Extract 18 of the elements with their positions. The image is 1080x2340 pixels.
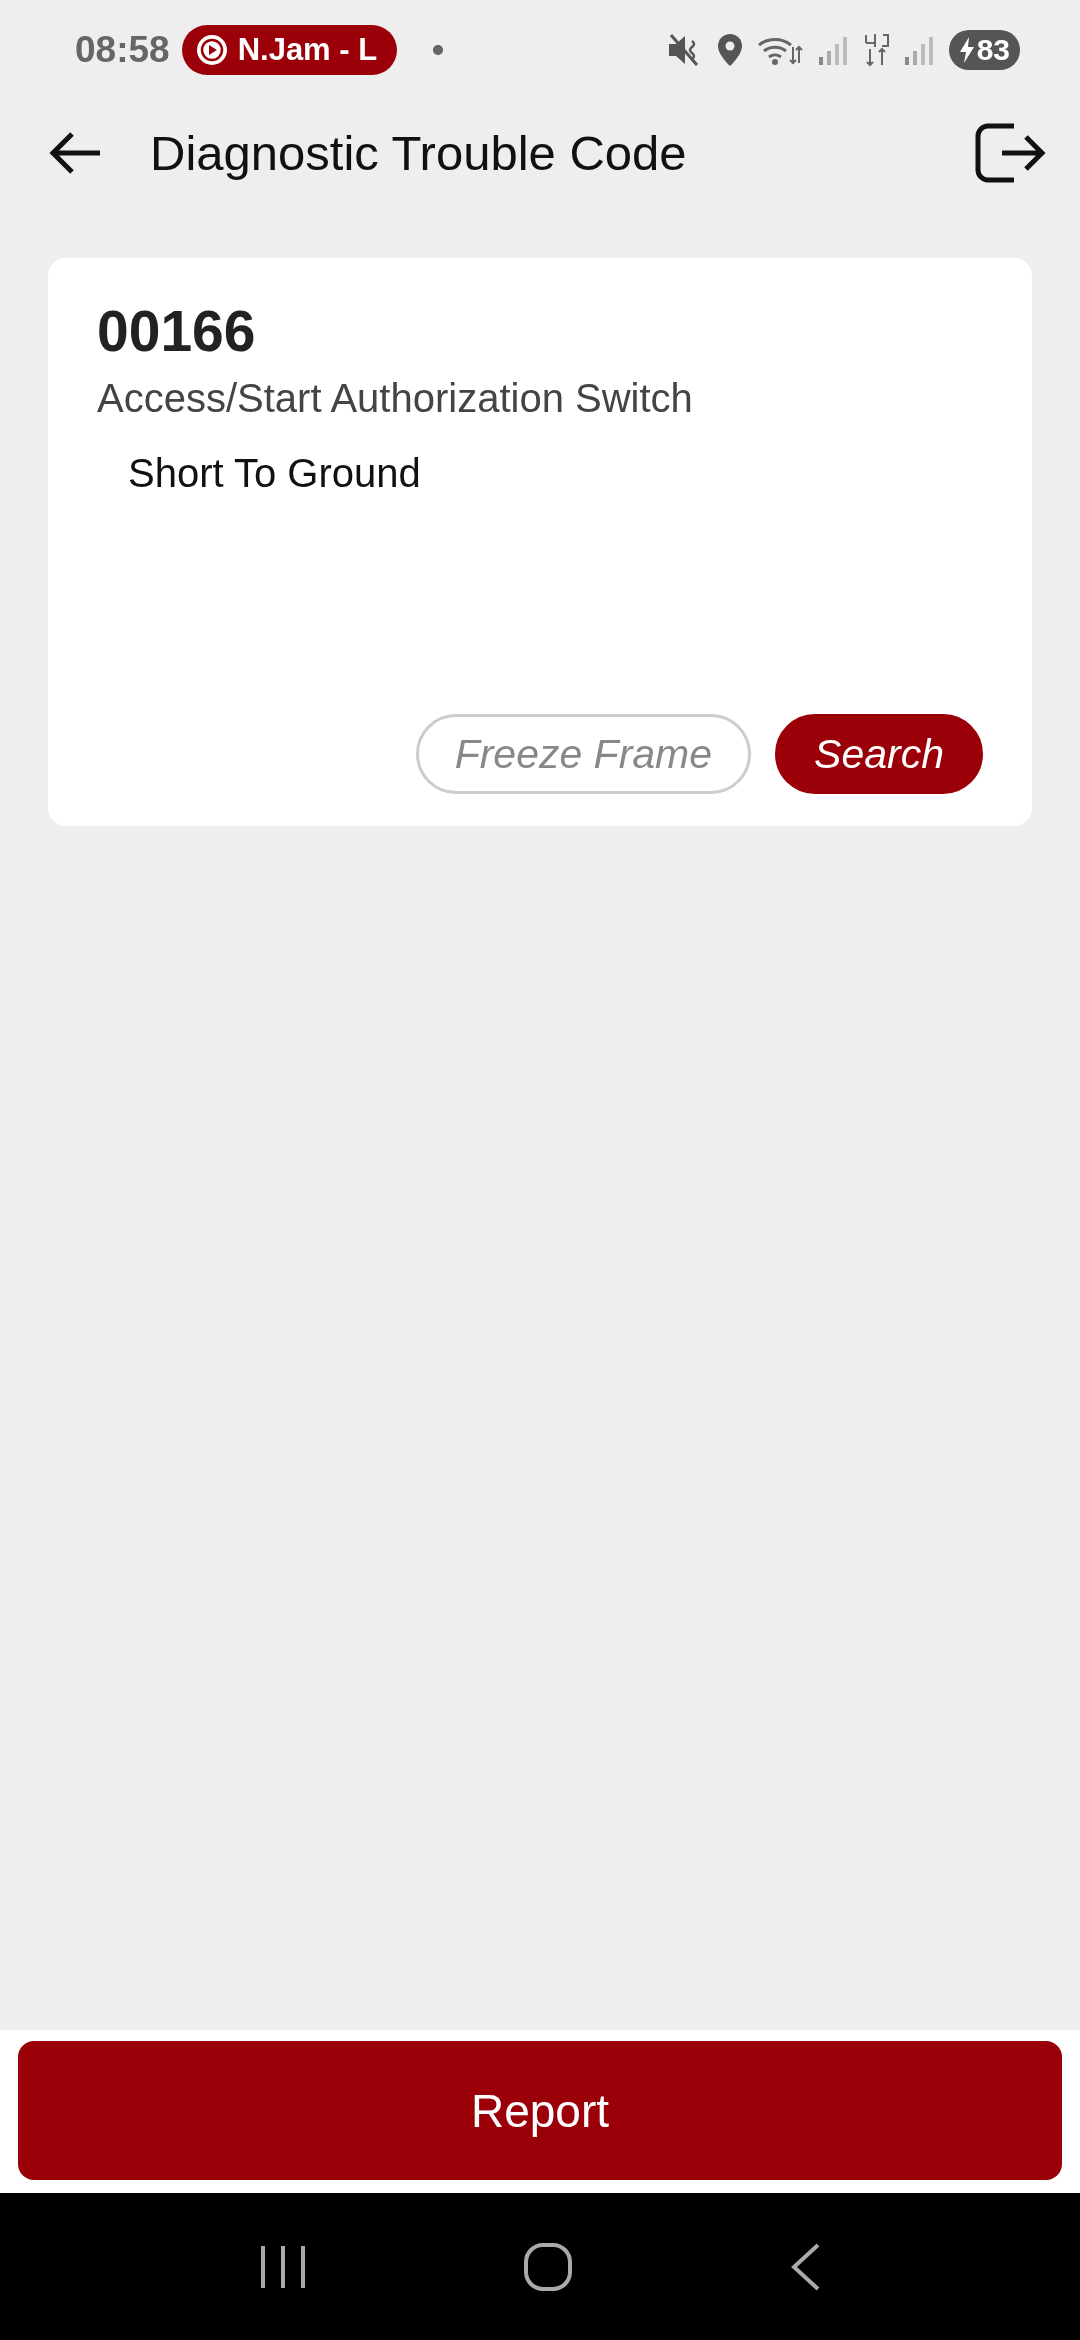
battery-indicator: 83 — [948, 30, 1020, 70]
signal-icon — [816, 35, 849, 65]
notification-dot-icon — [433, 45, 444, 55]
fault-status: Short To Ground — [128, 451, 422, 496]
data-arrows-icon — [862, 33, 889, 67]
charging-icon — [958, 37, 975, 63]
trouble-code: 00166 — [97, 298, 257, 364]
search-button[interactable]: Search — [775, 714, 983, 794]
status-time: 08:58 — [75, 29, 170, 71]
home-icon[interactable] — [523, 2241, 573, 2292]
location-icon — [716, 33, 743, 67]
page-title: Diagnostic Trouble Code — [150, 124, 688, 181]
code-description: Access/Start Authorization Switch — [97, 376, 694, 421]
play-icon — [195, 34, 228, 66]
media-chip[interactable]: N.Jam - L — [181, 25, 398, 75]
signal-icon — [902, 35, 935, 65]
report-button[interactable]: Report — [18, 2041, 1062, 2180]
back-arrow-icon — [48, 130, 102, 175]
